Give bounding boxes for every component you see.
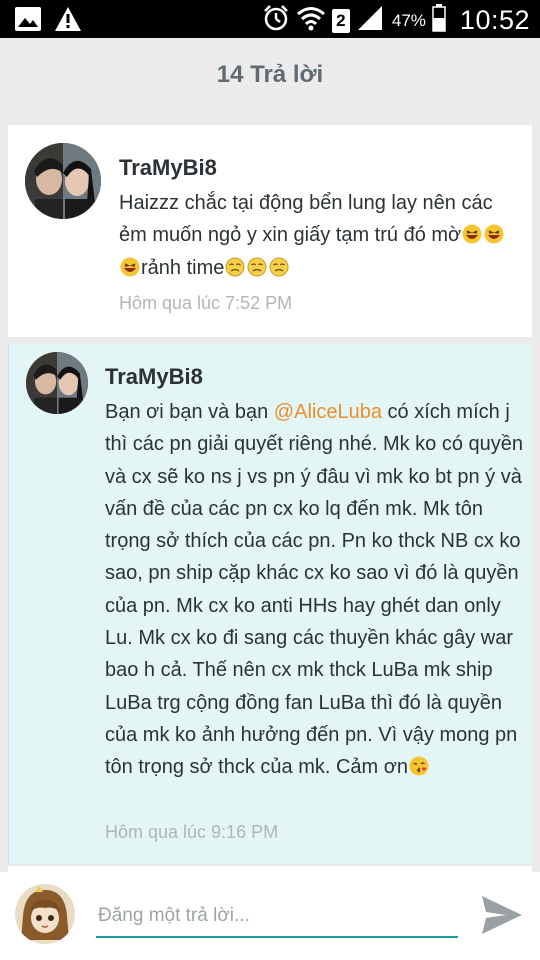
- comment-timestamp: Hôm qua lúc 7:52 PM: [119, 293, 293, 313]
- user-mention-link[interactable]: @AliceLuba: [274, 401, 382, 423]
- sim-icon: 2: [331, 8, 350, 33]
- signal-icon: [356, 5, 384, 36]
- clock: 10:52: [459, 5, 530, 35]
- tired-emoji: [225, 255, 245, 277]
- tired-emoji: [247, 255, 267, 277]
- comment-timestamp: Hôm qua lúc 9:16 PM: [105, 822, 279, 842]
- comment-text: Bạn ơi bạn và bạn: [105, 401, 274, 423]
- page-title: 14 Trả lời: [216, 61, 324, 88]
- laughing-emoji: [462, 222, 482, 244]
- wifi-icon: [296, 5, 326, 36]
- reply-composer: [0, 872, 540, 960]
- image-notification-icon: [14, 6, 42, 37]
- reply-input[interactable]: [96, 896, 458, 938]
- kiss-emoji: [409, 754, 429, 776]
- comment-author[interactable]: TraMyBi8: [105, 364, 203, 390]
- laughing-emoji: [120, 255, 140, 277]
- comment-card: TraMyBi8 Haizzz chắc tại động bển lung l…: [8, 125, 532, 337]
- comment-card-highlighted: TraMyBi8 Bạn ơi bạn và bạn @AliceLuba có…: [8, 344, 532, 864]
- comment-text: rảnh time: [141, 256, 225, 279]
- comment-text: Haizzz chắc tại động bển lung lay nên cá…: [119, 192, 493, 247]
- comment-body: Bạn ơi bạn và bạn @AliceLuba có xích míc…: [105, 396, 525, 784]
- battery-icon: [432, 4, 446, 37]
- tired-emoji: [269, 255, 289, 277]
- alarm-icon: [262, 4, 290, 37]
- avatar[interactable]: [25, 143, 101, 219]
- comment-body: Haizzz chắc tại động bển lung lay nên cá…: [119, 187, 524, 284]
- page-header: 14 Trả lời: [0, 38, 540, 118]
- avatar[interactable]: [26, 352, 88, 414]
- send-icon: [482, 896, 522, 934]
- current-user-avatar: [15, 884, 75, 944]
- send-button[interactable]: [478, 894, 524, 936]
- status-bar: 2 47% 10:52: [0, 0, 540, 38]
- battery-percent: 47%: [391, 10, 426, 30]
- laughing-emoji: [484, 222, 504, 244]
- comment-author[interactable]: TraMyBi8: [119, 155, 217, 181]
- comment-text: có xích mích j thì các pn giải quyết riê…: [105, 401, 524, 779]
- warning-icon: [54, 6, 82, 37]
